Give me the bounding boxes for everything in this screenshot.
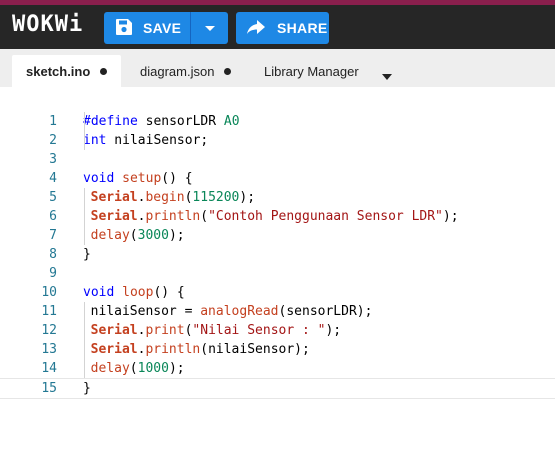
- code-line[interactable]: 9: [0, 264, 555, 283]
- tab-diagram-json[interactable]: diagram.json: [140, 55, 232, 87]
- floppy-disk-icon: [115, 18, 143, 39]
- code-text: delay(1000);: [90, 361, 185, 376]
- save-options-dropdown[interactable]: [190, 12, 229, 44]
- code-text: Serial.print("Nilai Sensor : ");: [90, 323, 342, 338]
- caret-down-icon: [204, 20, 216, 36]
- share-label: SHARE: [277, 20, 328, 36]
- code-text: }: [83, 247, 91, 262]
- line-number: 4: [49, 171, 57, 186]
- code-text: #define sensorLDR A0: [83, 114, 240, 129]
- share-arrow-icon: [246, 19, 277, 38]
- share-button[interactable]: SHARE: [236, 12, 329, 44]
- code-text: void setup() {: [83, 171, 193, 186]
- indent-guide: [84, 302, 85, 378]
- unsaved-dot-icon: [100, 67, 108, 75]
- line-number: 3: [49, 152, 57, 167]
- save-main-action[interactable]: SAVE: [104, 12, 181, 44]
- save-label: SAVE: [143, 20, 182, 36]
- line-number: 13: [41, 342, 57, 357]
- code-text: delay(3000);: [90, 228, 185, 243]
- caret-down-icon: [382, 72, 392, 83]
- wokwi-logo[interactable]: WOKWi: [12, 12, 83, 37]
- indent-guide: [84, 188, 85, 245]
- line-number: 8: [49, 247, 57, 262]
- code-line[interactable]: 3: [0, 150, 555, 169]
- line-number: 2: [49, 133, 57, 148]
- indent-guide: [84, 112, 85, 150]
- code-line[interactable]: 8}: [0, 245, 555, 264]
- tab-label: sketch.ino: [26, 63, 91, 79]
- tab-label: diagram.json: [140, 63, 215, 79]
- line-number: 1: [49, 114, 57, 129]
- editor-tabs: sketch.ino diagram.json Library Manager: [0, 49, 555, 87]
- code-text: void loop() {: [83, 285, 185, 300]
- tab-label: Library Manager: [264, 63, 359, 79]
- line-number: 5: [49, 190, 57, 205]
- line-number: 7: [49, 228, 57, 243]
- tab-sketch-ino[interactable]: sketch.ino: [12, 55, 122, 87]
- save-button[interactable]: SAVE: [104, 12, 228, 44]
- line-number: 12: [41, 323, 57, 338]
- code-editor[interactable]: 1 #define sensorLDR A0 2 int nilaiSensor; 3 4…: [0, 87, 555, 465]
- code-text: Serial.begin(115200);: [90, 190, 256, 205]
- code-line[interactable]: 10 void loop() {: [0, 283, 555, 302]
- app-header: WOKWi SAVE SHARE: [0, 5, 555, 49]
- code-line[interactable]: 4 void setup() {: [0, 169, 555, 188]
- line-number: 6: [49, 209, 57, 224]
- line-number: 14: [41, 361, 57, 376]
- code-text: int nilaiSensor;: [83, 133, 209, 148]
- code-text: }: [83, 381, 91, 396]
- line-number: 10: [41, 285, 57, 300]
- code-text: nilaiSensor = analogRead(sensorLDR);: [75, 304, 373, 319]
- line-number: 15: [41, 381, 57, 396]
- line-number: 11: [41, 304, 57, 319]
- code-text: Serial.println(nilaiSensor);: [90, 342, 310, 357]
- unsaved-dot-icon: [224, 67, 232, 75]
- code-line[interactable]: 15}: [0, 378, 555, 399]
- line-number: 9: [49, 266, 57, 281]
- code-text: Serial.println("Contoh Penggunaan Sensor…: [90, 209, 459, 224]
- tab-library-manager[interactable]: Library Manager: [264, 55, 359, 87]
